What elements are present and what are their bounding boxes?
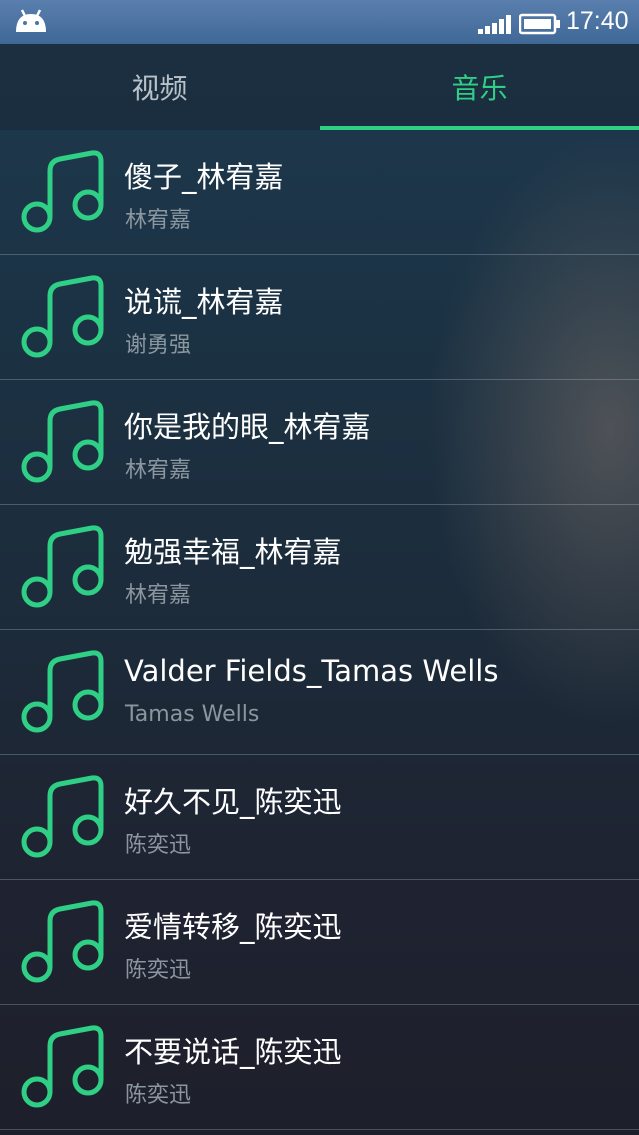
song-title: 说谎_林宥嘉: [124, 285, 284, 319]
tab-music[interactable]: 音乐: [320, 44, 639, 130]
song-title: 你是我的眼_林宥嘉: [124, 410, 371, 444]
song-row[interactable]: 你是我的眼_林宥嘉 林宥嘉: [0, 380, 639, 505]
song-row[interactable]: 好久不见_陈奕迅 陈奕迅: [0, 755, 639, 880]
song-artist: 陈奕迅: [125, 1083, 192, 1108]
song-artist: 林宥嘉: [125, 208, 192, 233]
song-row[interactable]: 说谎_林宥嘉 谢勇强: [0, 255, 639, 380]
tab-video[interactable]: 视频: [0, 44, 319, 130]
song-artist: 陈奕迅: [125, 833, 192, 858]
battery-icon: [519, 13, 560, 35]
music-note-icon: [21, 150, 104, 233]
clock: 17:40: [566, 7, 629, 35]
song-row[interactable]: 爱情转移_陈奕迅 陈奕迅: [0, 880, 639, 1005]
song-row[interactable]: Valder Fields_Tamas Wells Tamas Wells: [0, 630, 639, 755]
music-note-icon: [21, 775, 104, 858]
song-list: 傻子_林宥嘉 林宥嘉 说谎_林宥嘉 谢勇强 你是我的眼_林宥嘉 林宥嘉 勉强幸福…: [0, 130, 639, 1130]
song-artist: 陈奕迅: [125, 958, 192, 983]
song-artist: 林宥嘉: [125, 583, 192, 608]
song-artist: Tamas Wells: [125, 702, 260, 727]
song-row[interactable]: 不要说话_陈奕迅 陈奕迅: [0, 1005, 639, 1130]
music-note-icon: [21, 650, 104, 733]
song-artist: 谢勇强: [125, 333, 192, 358]
status-bar: 17:40: [0, 0, 639, 44]
music-note-icon: [21, 400, 104, 483]
android-icon: [16, 9, 46, 32]
song-row[interactable]: 傻子_林宥嘉 林宥嘉: [0, 130, 639, 255]
song-title: 傻子_林宥嘉: [124, 160, 284, 194]
tab-bar: 视频 音乐: [0, 44, 639, 130]
song-title: 勉强幸福_林宥嘉: [124, 535, 342, 569]
music-note-icon: [21, 900, 104, 983]
song-row[interactable]: 勉强幸福_林宥嘉 林宥嘉: [0, 505, 639, 630]
song-title: Valder Fields_Tamas Wells: [124, 654, 499, 688]
song-title: 好久不见_陈奕迅: [124, 785, 342, 819]
song-title: 爱情转移_陈奕迅: [124, 910, 342, 944]
signal-icon: [478, 15, 511, 34]
song-title: 不要说话_陈奕迅: [124, 1035, 342, 1069]
music-note-icon: [21, 525, 104, 608]
music-note-icon: [21, 1025, 104, 1108]
song-artist: 林宥嘉: [125, 458, 192, 483]
music-note-icon: [21, 275, 104, 358]
